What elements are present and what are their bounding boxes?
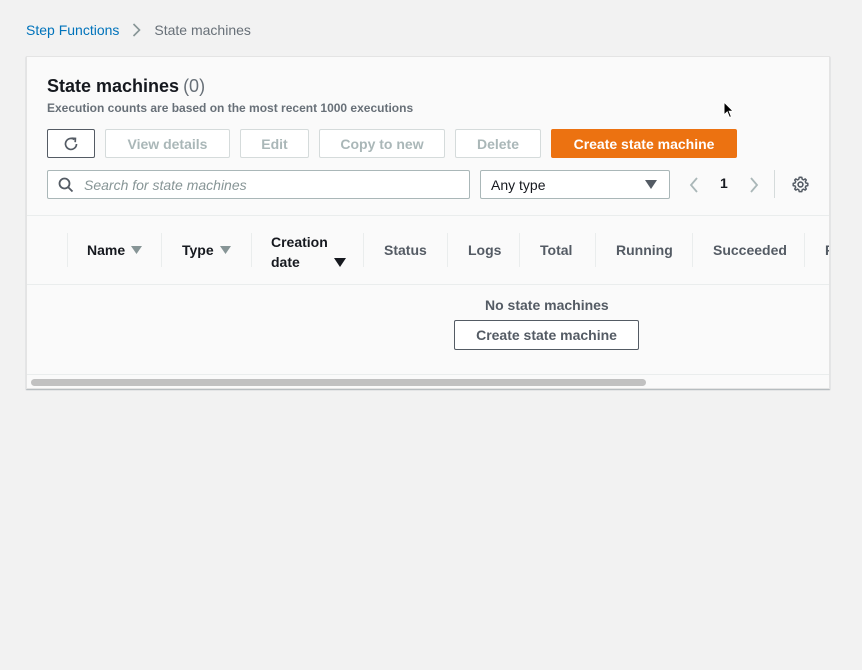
refresh-icon bbox=[62, 135, 80, 153]
sort-caret-icon bbox=[131, 246, 143, 254]
create-state-machine-button[interactable]: Create state machine bbox=[551, 129, 737, 158]
breadcrumb-current: State machines bbox=[154, 22, 251, 38]
search-icon bbox=[58, 177, 74, 193]
page-title-text: State machines bbox=[47, 76, 180, 96]
next-page-icon[interactable] bbox=[749, 177, 759, 193]
type-select[interactable]: Any type bbox=[480, 170, 670, 199]
type-select-value: Any type bbox=[491, 176, 546, 193]
panel-description: Execution counts are based on the most r… bbox=[47, 101, 414, 115]
column-header-type-label: Type bbox=[182, 242, 214, 258]
refresh-button[interactable] bbox=[47, 129, 95, 158]
empty-state-text: No state machines bbox=[485, 297, 609, 313]
column-header-creation-date[interactable]: Creation date bbox=[271, 216, 346, 284]
state-machine-count: (0) bbox=[183, 76, 206, 96]
sort-caret-icon bbox=[219, 246, 231, 254]
column-header-succeeded: Succeeded bbox=[713, 242, 787, 258]
chevron-right-icon bbox=[132, 23, 142, 37]
view-details-button[interactable]: View details bbox=[105, 129, 230, 158]
breadcrumb-step-functions-link[interactable]: Step Functions bbox=[26, 22, 119, 38]
edit-button[interactable]: Edit bbox=[240, 129, 309, 158]
empty-state-create-button[interactable]: Create state machine bbox=[454, 320, 639, 350]
search-input[interactable] bbox=[82, 175, 452, 194]
column-header-status: Status bbox=[384, 242, 427, 258]
horizontal-scrollbar[interactable] bbox=[27, 374, 829, 388]
sort-descending-icon bbox=[334, 257, 346, 267]
state-machines-panel: State machines (0) Execution counts are b… bbox=[26, 56, 830, 389]
column-header-type[interactable]: Type bbox=[182, 216, 231, 284]
copy-to-new-button[interactable]: Copy to new bbox=[319, 129, 445, 158]
toolbar-divider bbox=[774, 170, 775, 198]
column-header-name[interactable]: Name bbox=[87, 216, 143, 284]
column-header-total: Total bbox=[540, 242, 573, 258]
page-title: State machines (0) bbox=[47, 76, 205, 97]
column-header-creation-label-2: date bbox=[271, 254, 300, 270]
column-header-failed: F bbox=[825, 216, 829, 284]
scrollbar-thumb[interactable] bbox=[31, 379, 646, 386]
mouse-cursor-icon bbox=[723, 100, 735, 124]
column-header-name-label: Name bbox=[87, 242, 126, 258]
column-header-running: Running bbox=[616, 242, 673, 258]
column-header-creation-label-1: Creation bbox=[271, 234, 328, 250]
settings-gear-icon[interactable] bbox=[792, 176, 809, 193]
column-header-logs: Logs bbox=[468, 242, 502, 258]
select-column-header bbox=[27, 216, 68, 284]
search-box[interactable] bbox=[47, 170, 470, 199]
table-header: Name Type Creation date Status Logs Tota… bbox=[27, 215, 829, 285]
delete-button[interactable]: Delete bbox=[455, 129, 541, 158]
previous-page-icon[interactable] bbox=[689, 177, 699, 193]
page-number[interactable]: 1 bbox=[720, 175, 728, 191]
breadcrumb: Step Functions State machines bbox=[26, 21, 251, 39]
caret-down-icon bbox=[645, 180, 657, 189]
